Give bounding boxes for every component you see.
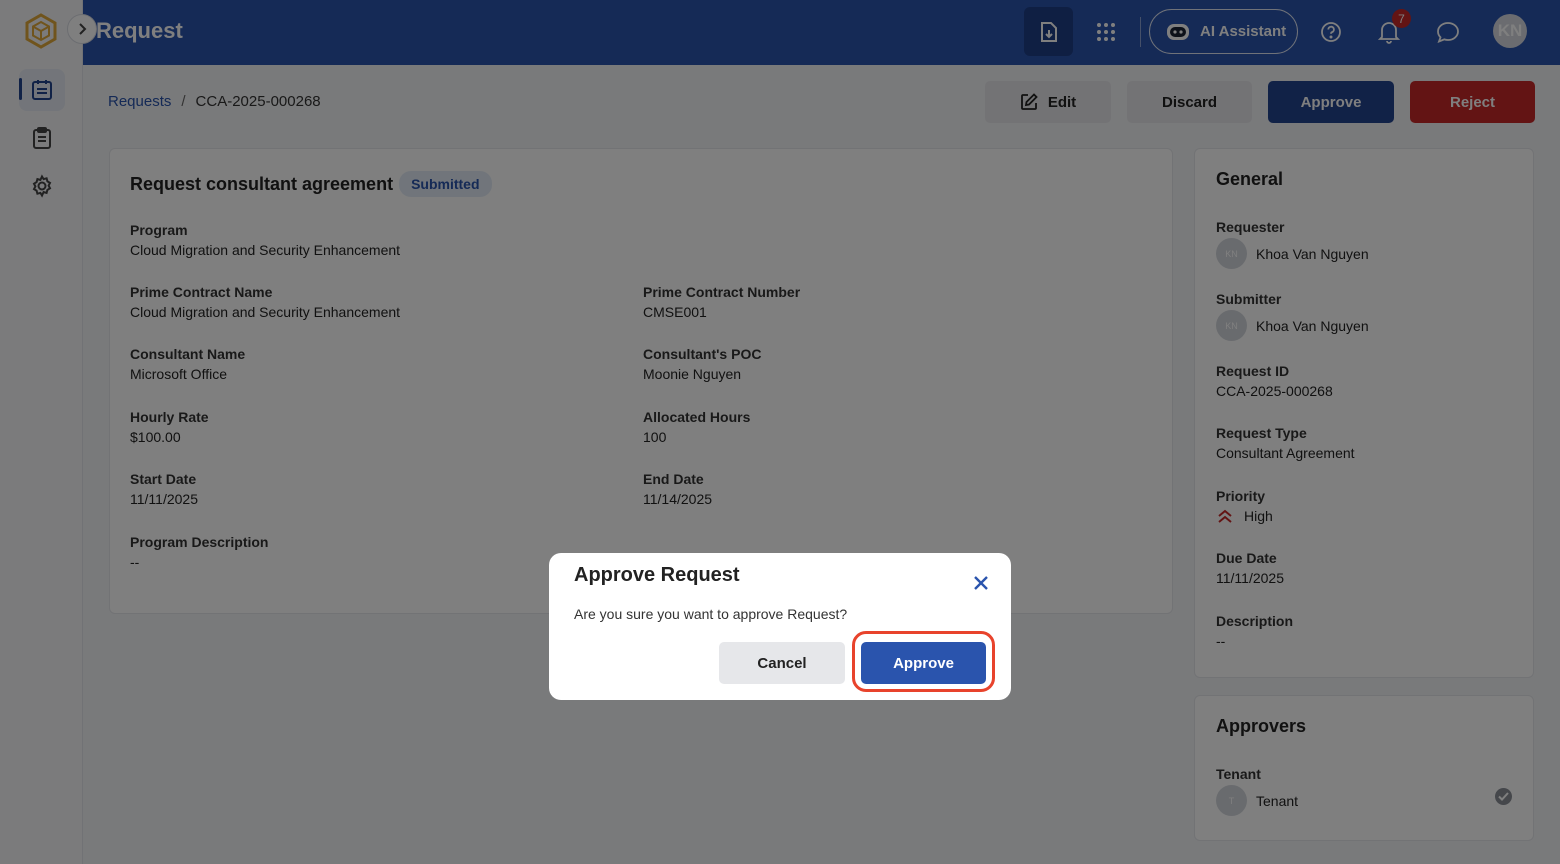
close-icon (974, 576, 988, 590)
dialog-title: Approve Request (574, 564, 740, 586)
modal-backdrop[interactable] (0, 0, 1560, 864)
dialog-approve-button[interactable]: Approve (861, 642, 986, 684)
dialog-cancel-button[interactable]: Cancel (719, 642, 845, 684)
dialog-close-button[interactable] (970, 572, 992, 594)
dialog-message: Are you sure you want to approve Request… (574, 606, 848, 622)
approve-request-dialog: Approve Request Are you sure you want to… (549, 553, 1011, 700)
